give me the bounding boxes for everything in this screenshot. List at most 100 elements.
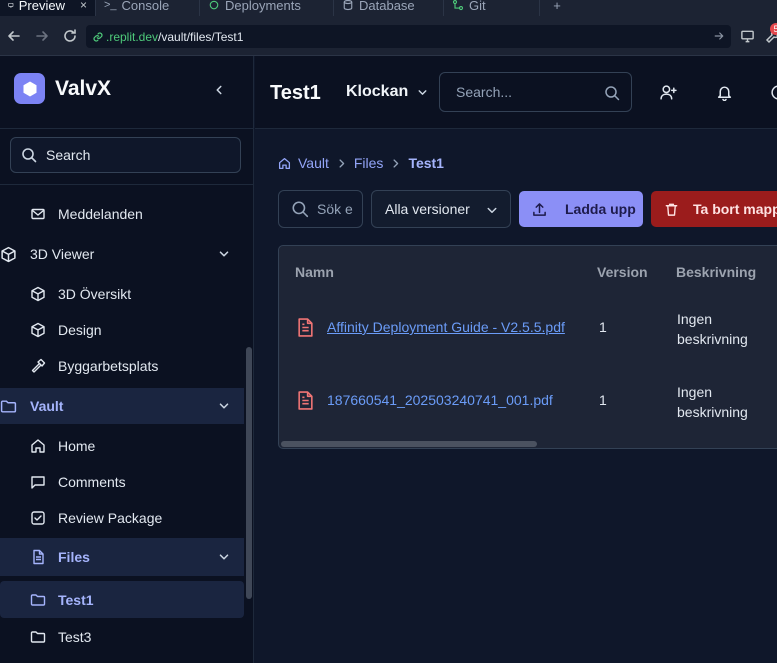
sidebar-item-3d-viewer[interactable]: 3D Viewer (0, 236, 244, 272)
notification-badge: 5 (770, 23, 777, 35)
upload-button[interactable]: Ladda upp (519, 191, 643, 227)
sidebar-item-label: Vault (30, 398, 64, 414)
header-search-input[interactable]: Search... (439, 72, 632, 112)
table-row[interactable]: 187660541_202503240741_001.pdf 1 Ingen b… (279, 368, 777, 441)
sidebar-item-comments[interactable]: Comments (0, 464, 244, 500)
browser-tab-strip: Preview × >_ Console Deployments Databas… (0, 0, 777, 16)
column-header-description[interactable]: Beskrivning (676, 264, 756, 280)
header-search-placeholder: Search... (456, 84, 513, 100)
divider (0, 184, 253, 185)
sidebar-item-label: Home (58, 438, 96, 454)
folder-icon (30, 631, 46, 643)
sidebar-item-test3[interactable]: Test3 (0, 619, 244, 655)
new-tab-button[interactable]: + (540, 0, 574, 16)
trash-icon (665, 203, 678, 216)
table-horizontal-scrollbar[interactable] (281, 441, 537, 447)
sidebar-scrollbar-thumb[interactable] (246, 347, 252, 599)
add-user-icon[interactable] (660, 84, 677, 101)
brand[interactable]: ValvX (14, 73, 111, 104)
chevron-right-icon (339, 158, 345, 168)
sidebar-item-files[interactable]: Files (0, 538, 244, 576)
version-filter-select[interactable]: Alla versioner (371, 190, 511, 228)
breadcrumb: Vault Files Test1 (278, 155, 444, 171)
pdf-file-icon (298, 318, 313, 337)
home-icon (31, 439, 45, 453)
tab-deployments[interactable]: Deployments (200, 0, 334, 16)
folder-icon (0, 399, 17, 413)
forward-arrow-icon[interactable] (34, 28, 50, 44)
files-table: Namn Version Beskrivning Affinity Deploy… (278, 245, 777, 449)
sidebar-item-3d-oversikt[interactable]: 3D Översikt (0, 276, 244, 312)
sidebar-item-design[interactable]: Design (0, 312, 244, 348)
breadcrumb-files[interactable]: Files (354, 155, 384, 171)
sidebar-item-home[interactable]: Home (0, 428, 244, 464)
file-name-link[interactable]: Affinity Deployment Guide - V2.5.5.pdf (327, 319, 565, 335)
sidebar-search-button[interactable]: Search (10, 137, 241, 173)
breadcrumb-vault[interactable]: Vault (298, 155, 329, 171)
sidebar: ValvX Search Meddelanden 3D Viewer 3D Öv… (0, 56, 254, 663)
close-icon[interactable]: × (80, 0, 87, 12)
tab-label: Deployments (225, 0, 301, 13)
chevron-down-icon (219, 251, 229, 257)
sidebar-item-review-package[interactable]: Review Package (0, 500, 244, 536)
file-icon (33, 549, 44, 565)
back-arrow-icon[interactable] (6, 28, 22, 44)
git-icon (452, 0, 464, 11)
organization-select[interactable]: Klockan (346, 83, 429, 101)
chevron-down-icon (487, 207, 497, 213)
version-filter-value: Alla versioner (385, 201, 470, 217)
upload-icon (533, 202, 546, 216)
sidebar-item-label: Test3 (58, 629, 92, 645)
chevron-right-icon (393, 158, 399, 168)
brand-name: ValvX (55, 76, 112, 100)
organization-name: Klockan (346, 83, 409, 100)
tab-preview[interactable]: Preview × (0, 0, 96, 16)
page-title: Test1 (270, 82, 321, 104)
sidebar-item-meddelanden[interactable]: Meddelanden (0, 196, 244, 232)
sidebar-item-label: 3D Viewer (30, 246, 95, 262)
sidebar-item-label: Files (58, 549, 90, 565)
checkbox-icon (31, 511, 45, 525)
chevron-down-icon (418, 89, 427, 95)
reload-icon[interactable] (62, 28, 78, 44)
go-arrow-icon[interactable] (713, 30, 725, 42)
table-row[interactable]: Affinity Deployment Guide - V2.5.5.pdf 1… (279, 295, 777, 368)
delete-folder-label: Ta bort mapp (693, 201, 777, 217)
tab-label: Git (469, 0, 486, 13)
sidebar-item-label: 3D Översikt (58, 286, 132, 302)
folder-icon (30, 593, 46, 606)
file-version: 1 (599, 319, 607, 335)
search-icon (292, 201, 309, 218)
hammer-icon (31, 358, 46, 373)
bell-icon[interactable] (716, 84, 733, 101)
file-name-link[interactable]: 187660541_202503240741_001.pdf (327, 392, 553, 408)
sidebar-search-label: Search (46, 147, 91, 163)
sidebar-item-label: Meddelanden (58, 206, 143, 222)
chevron-left-icon[interactable] (212, 83, 226, 97)
sidebar-item-byggarbetsplats[interactable]: Byggarbetsplats (0, 348, 244, 384)
url-field[interactable]: .replit.dev/vault/files/Test1 (86, 25, 731, 48)
main-content: Vault Files Test1 Sök e Alla versioner L… (255, 130, 777, 663)
tab-database[interactable]: Database (334, 0, 444, 16)
url-path: /vault/files/Test1 (158, 29, 244, 44)
sidebar-item-vault[interactable]: Vault (0, 388, 244, 424)
tab-console[interactable]: >_ Console (96, 0, 200, 16)
tab-git[interactable]: Git (444, 0, 540, 16)
devtools-icon[interactable] (740, 28, 755, 44)
sidebar-item-label: Byggarbetsplats (58, 358, 159, 374)
column-header-version[interactable]: Version (597, 264, 648, 280)
cube-icon (31, 322, 45, 338)
column-header-name[interactable]: Namn (295, 264, 334, 280)
sidebar-item-test1[interactable]: Test1 (0, 581, 244, 618)
tab-label: Database (359, 0, 415, 13)
sidebar-item-label: Design (58, 322, 102, 338)
delete-folder-button[interactable]: Ta bort mapp (651, 191, 777, 227)
breadcrumb-current: Test1 (408, 155, 444, 171)
mail-icon (31, 208, 45, 220)
valvx-logo-icon (14, 73, 45, 104)
url-domain: .replit.dev (106, 29, 159, 44)
sidebar-item-label: Test1 (58, 591, 94, 608)
browser-address-bar: .replit.dev/vault/files/Test1 5 (0, 16, 777, 56)
file-search-input[interactable]: Sök e (278, 190, 363, 228)
theme-toggle-icon[interactable] (770, 84, 777, 101)
